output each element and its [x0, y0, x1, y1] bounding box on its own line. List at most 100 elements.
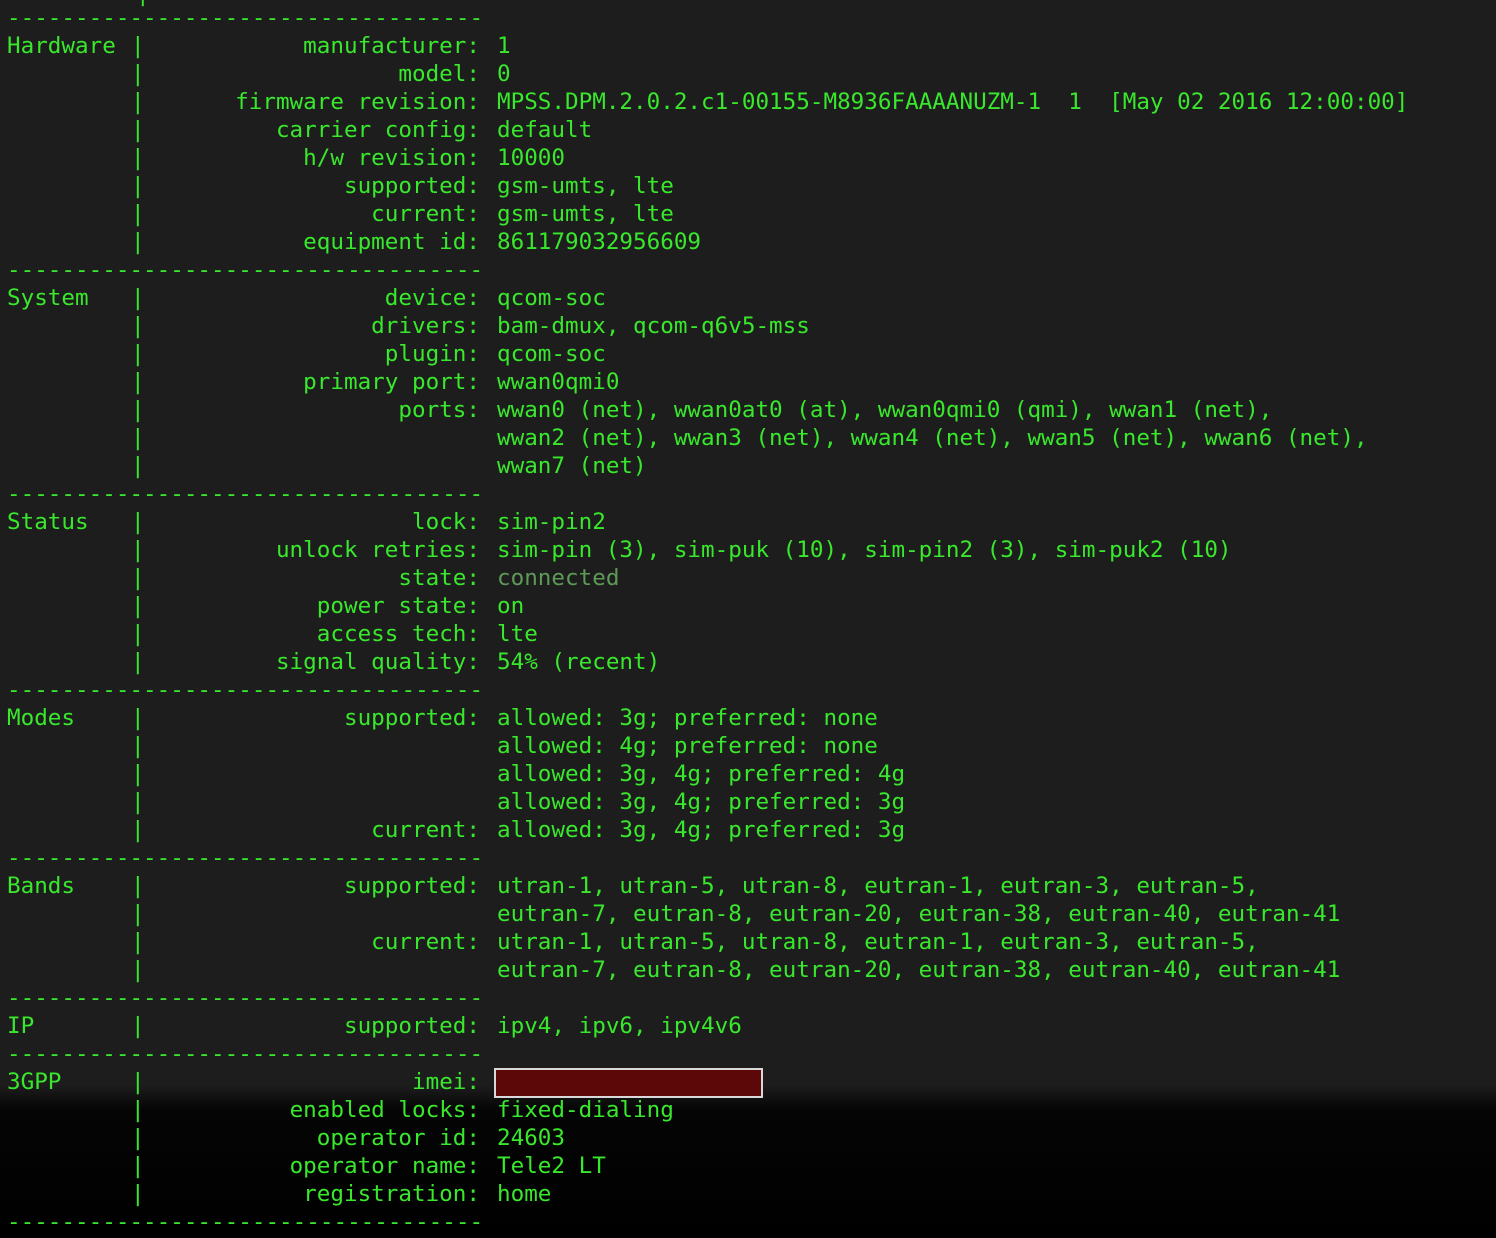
field-value: connected — [497, 565, 620, 591]
field-value: 1 — [497, 33, 511, 59]
field-label: lock: — [411, 509, 480, 535]
field-value: ipv4, ipv6, ipv4v6 — [497, 1013, 742, 1039]
field-value: eutran-7, eutran-8, eutran-20, eutran-38… — [497, 957, 1341, 983]
field-value: on — [497, 593, 525, 619]
section-title: Hardware — [7, 33, 116, 59]
separator-line: ----------------------------------- — [7, 5, 484, 31]
column-divider: | — [131, 873, 145, 899]
section-row: | signal quality: 54% (recent) — [0, 648, 1496, 676]
section-row: | enabled locks: fixed-dialing — [0, 1096, 1496, 1124]
section-row: | operator name: Tele2 LT — [0, 1152, 1496, 1180]
top-pipe: | — [136, 0, 150, 5]
section-row: Modes | supported: allowed: 3g; preferred: … — [0, 704, 1496, 732]
column-divider: | — [131, 1069, 145, 1095]
field-label: access tech: — [316, 621, 480, 647]
field-label: power state: — [316, 593, 480, 619]
section-row: | allowed: 4g; preferred: none — [0, 732, 1496, 760]
separator-line: ----------------------------------- — [7, 481, 484, 507]
column-divider: | — [131, 117, 145, 143]
column-divider: | — [131, 509, 145, 535]
section-row: | state: connected — [0, 564, 1496, 592]
section-title: IP — [7, 1013, 35, 1039]
column-divider: | — [131, 621, 145, 647]
field-label: registration: — [303, 1181, 480, 1207]
section-row: IP | supported: ipv4, ipv6, ipv4v6 — [0, 1012, 1496, 1040]
field-value: allowed: 3g, 4g; preferred: 3g — [497, 817, 906, 843]
section-row: | allowed: 3g, 4g; preferred: 3g — [0, 788, 1496, 816]
column-divider: | — [131, 789, 145, 815]
section-row: 3GPP | imei: — [0, 1068, 1496, 1098]
column-divider: | — [131, 817, 145, 843]
field-label: firmware revision: — [235, 89, 480, 115]
section-row: | drivers: bam-dmux, qcom-q6v5-mss — [0, 312, 1496, 340]
column-divider: | — [131, 33, 145, 59]
field-value: allowed: 3g, 4g; preferred: 4g — [497, 761, 906, 787]
field-value: gsm-umts, lte — [497, 201, 674, 227]
column-divider: | — [131, 145, 145, 171]
section-row: | current: utran-1, utran-5, utran-8, eutr… — [0, 928, 1496, 956]
field-label: unlock retries: — [275, 537, 480, 563]
section-row: | plugin: qcom-soc — [0, 340, 1496, 368]
separator-line: ----------------------------------- — [7, 677, 484, 703]
field-label: imei: — [411, 1069, 480, 1095]
field-value: fixed-dialing — [497, 1097, 674, 1123]
field-label: operator name: — [289, 1153, 480, 1179]
field-value: home — [497, 1181, 552, 1207]
field-value: bam-dmux, qcom-q6v5-mss — [497, 313, 810, 339]
section-row: | wwan7 (net) — [0, 452, 1496, 480]
section-row: Status | lock: sim-pin2 — [0, 508, 1496, 536]
field-value: lte — [497, 621, 538, 647]
column-divider: | — [131, 705, 145, 731]
section-row: | current: gsm-umts, lte — [0, 200, 1496, 228]
section-row: | current: allowed: 3g, 4g; preferred: 3g — [0, 816, 1496, 844]
column-divider: | — [131, 537, 145, 563]
column-divider: | — [131, 229, 145, 255]
field-value: 0 — [497, 61, 511, 87]
column-divider: | — [131, 761, 145, 787]
column-divider: | — [131, 453, 145, 479]
field-label: state: — [398, 565, 480, 591]
field-value: Tele2 LT — [497, 1153, 606, 1179]
column-divider: | — [131, 649, 145, 675]
field-label: h/w revision: — [303, 145, 480, 171]
field-value: wwan0qmi0 — [497, 369, 620, 395]
field-value: wwan0 (net), wwan0at0 (at), wwan0qmi0 (q… — [497, 397, 1273, 423]
field-label: signal quality: — [275, 649, 480, 675]
field-label: supported: — [343, 705, 480, 731]
column-divider: | — [131, 733, 145, 759]
field-label: supported: — [343, 1013, 480, 1039]
column-divider: | — [131, 285, 145, 311]
field-value: default — [497, 117, 593, 143]
column-divider: | — [131, 369, 145, 395]
field-value: eutran-7, eutran-8, eutran-20, eutran-38… — [497, 901, 1341, 927]
column-divider: | — [131, 173, 145, 199]
separator-line: ----------------------------------- — [7, 985, 484, 1011]
section-row: | operator id: 24603 — [0, 1124, 1496, 1152]
field-value: qcom-soc — [497, 341, 606, 367]
section-row: | model: 0 — [0, 60, 1496, 88]
section-row: | ports: wwan0 (net), wwan0at0 (at), wwan0… — [0, 396, 1496, 424]
section-row: | supported: gsm-umts, lte — [0, 172, 1496, 200]
section-row: | power state: on — [0, 592, 1496, 620]
field-value: utran-1, utran-5, utran-8, eutran-1, eut… — [497, 929, 1259, 955]
section-row: | equipment id: 861179032956609 — [0, 228, 1496, 256]
field-label: supported: — [343, 873, 480, 899]
section-row: System | device: qcom-soc — [0, 284, 1496, 312]
column-divider: | — [131, 1013, 145, 1039]
separator-line: ----------------------------------- — [7, 1041, 484, 1067]
section-row: | allowed: 3g, 4g; preferred: 4g — [0, 760, 1496, 788]
section-row: | access tech: lte — [0, 620, 1496, 648]
section-row: | carrier config: default — [0, 116, 1496, 144]
field-label: device: — [384, 285, 480, 311]
column-divider: | — [131, 593, 145, 619]
field-value: sim-pin (3), sim-puk (10), sim-pin2 (3),… — [497, 537, 1232, 563]
field-value: wwan2 (net), wwan3 (net), wwan4 (net), w… — [497, 425, 1368, 451]
section-title: Modes — [7, 705, 76, 731]
section-row: | h/w revision: 10000 — [0, 144, 1496, 172]
field-value: 24603 — [497, 1125, 566, 1151]
column-divider: | — [131, 1097, 145, 1123]
field-label: primary port: — [303, 369, 480, 395]
field-value: qcom-soc — [497, 285, 606, 311]
column-divider: | — [131, 565, 145, 591]
column-divider: | — [131, 1125, 145, 1151]
